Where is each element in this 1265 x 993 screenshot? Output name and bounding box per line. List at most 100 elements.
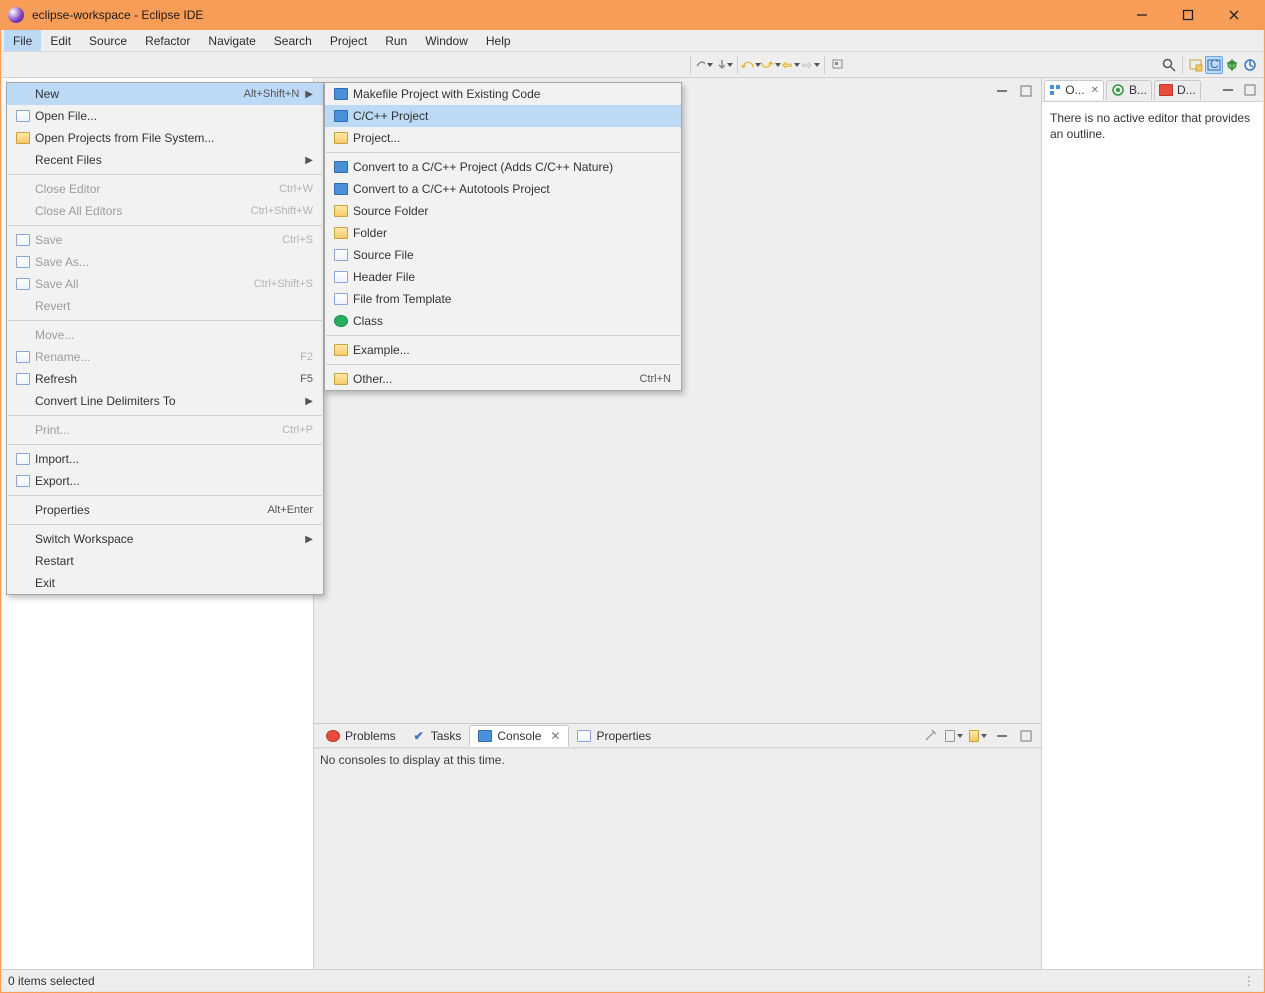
menu-navigate[interactable]: Navigate (199, 30, 264, 51)
fileMenu-item: Save AllCtrl+Shift+S (7, 273, 323, 295)
menu-item-icon (11, 475, 35, 487)
window-title: eclipse-workspace - Eclipse IDE (32, 8, 1119, 22)
fileMenu-item[interactable]: Open Projects from File System... (7, 127, 323, 149)
view-minimize-icon[interactable] (1219, 81, 1237, 99)
menu-item-label: Save As... (35, 255, 313, 269)
nav-next-icon[interactable]: ⤻ (762, 56, 780, 74)
toolbar: ⤺ ⤻ ⇦ ⇨ C (2, 52, 1263, 78)
display-selected-console-icon[interactable] (945, 727, 963, 745)
menu-item-label: Open Projects from File System... (35, 131, 313, 145)
debug-perspective-icon[interactable] (1223, 56, 1241, 74)
menu-help[interactable]: Help (477, 30, 520, 51)
fileMenu-item: Print...Ctrl+P (7, 419, 323, 441)
fileMenu-item[interactable]: Exit (7, 572, 323, 594)
fileMenu-item[interactable]: Export... (7, 470, 323, 492)
newMenu-item[interactable]: Example... (325, 339, 681, 361)
right-pane: O...✕ B... D... There is no active edito… (1041, 78, 1263, 969)
fileMenu-item[interactable]: Open File... (7, 105, 323, 127)
fileMenu-item[interactable]: Convert Line Delimiters To▶ (7, 390, 323, 412)
other-perspective-icon[interactable] (1241, 56, 1259, 74)
panel-maximize-icon[interactable] (1017, 727, 1035, 745)
menu-refactor[interactable]: Refactor (136, 30, 199, 51)
statusbar: 0 items selected ⋮ (2, 969, 1263, 991)
pin-editor-icon[interactable] (829, 56, 847, 74)
perspective-cpp-icon[interactable]: C (1205, 56, 1223, 74)
fileMenu-item: Revert (7, 295, 323, 317)
file-menu-dropdown: NewAlt+Shift+N▶Open File... Open Projects… (6, 82, 324, 595)
minimize-button[interactable] (1119, 0, 1165, 30)
menu-project[interactable]: Project (321, 30, 376, 51)
newMenu-item[interactable]: Folder (325, 222, 681, 244)
step-into-icon[interactable] (715, 56, 733, 74)
newMenu-item[interactable]: File from Template (325, 288, 681, 310)
close-icon[interactable]: ✕ (1091, 85, 1099, 96)
editor-maximize-icon[interactable] (1017, 82, 1035, 100)
tab-build-targets[interactable]: B... (1106, 80, 1152, 100)
menu-source[interactable]: Source (80, 30, 136, 51)
view-maximize-icon[interactable] (1241, 81, 1259, 99)
newMenu-item[interactable]: Header File (325, 266, 681, 288)
menu-item-icon (329, 132, 353, 144)
menu-search[interactable]: Search (265, 30, 321, 51)
fileMenu-item[interactable]: PropertiesAlt+Enter (7, 499, 323, 521)
menu-item-label: Close All Editors (35, 204, 251, 218)
menu-item-accel: F5 (300, 373, 313, 385)
fileMenu-item[interactable]: NewAlt+Shift+N▶ (7, 83, 323, 105)
menu-item-icon (11, 373, 35, 385)
tab-console[interactable]: Console✕ (469, 725, 569, 747)
open-perspective-icon[interactable] (1187, 56, 1205, 74)
menu-window[interactable]: Window (416, 30, 477, 51)
menu-file[interactable]: File (4, 30, 41, 51)
forward-icon[interactable]: ⇨ (802, 56, 820, 74)
editor-minimize-icon[interactable] (993, 82, 1011, 100)
newMenu-item[interactable]: Convert to a C/C++ Project (Adds C/C++ N… (325, 156, 681, 178)
tab-documents[interactable]: D... (1154, 80, 1201, 100)
nav-prev-icon[interactable]: ⤺ (742, 56, 760, 74)
menu-edit[interactable]: Edit (41, 30, 80, 51)
panel-minimize-icon[interactable] (993, 727, 1011, 745)
newMenu-item[interactable]: C/C++ Project (325, 105, 681, 127)
close-button[interactable] (1211, 0, 1257, 30)
menu-item-icon (329, 205, 353, 217)
newMenu-item[interactable]: Project... (325, 127, 681, 149)
newMenu-item[interactable]: Other...Ctrl+N (325, 368, 681, 390)
fileMenu-item: Move... (7, 324, 323, 346)
menu-item-icon (11, 256, 35, 268)
menu-item-icon (329, 110, 353, 122)
search-icon[interactable] (1160, 56, 1178, 74)
menu-item-label: Makefile Project with Existing Code (353, 87, 671, 101)
submenu-arrow-icon: ▶ (305, 155, 313, 166)
menu-item-label: Other... (353, 372, 640, 386)
tab-problems[interactable]: Problems (318, 725, 404, 747)
back-icon[interactable]: ⇦ (782, 56, 800, 74)
fileMenu-item: Close EditorCtrl+W (7, 178, 323, 200)
maximize-button[interactable] (1165, 0, 1211, 30)
submenu-arrow-icon: ▶ (305, 396, 313, 407)
menu-item-label: Move... (35, 328, 313, 342)
newMenu-item[interactable]: Source File (325, 244, 681, 266)
close-icon[interactable]: ✕ (550, 729, 560, 743)
newMenu-item[interactable]: Makefile Project with Existing Code (325, 83, 681, 105)
step-over-icon[interactable] (695, 56, 713, 74)
fileMenu-item[interactable]: Restart (7, 550, 323, 572)
fileMenu-item[interactable]: Recent Files ▶ (7, 149, 323, 171)
menu-item-label: Close Editor (35, 182, 279, 196)
menu-item-accel: Alt+Enter (267, 504, 313, 516)
menu-run[interactable]: Run (376, 30, 416, 51)
tab-tasks[interactable]: ✔Tasks (404, 725, 470, 747)
fileMenu-item[interactable]: Import... (7, 448, 323, 470)
tab-properties[interactable]: Properties (569, 725, 659, 747)
tab-outline[interactable]: O...✕ (1044, 80, 1104, 100)
newMenu-item[interactable]: Class (325, 310, 681, 332)
fileMenu-item[interactable]: Switch Workspace▶ (7, 528, 323, 550)
pin-console-icon[interactable] (921, 727, 939, 745)
menu-item-label: Recent Files (35, 153, 299, 167)
tasks-icon: ✔ (412, 729, 426, 743)
menu-item-label: Revert (35, 299, 313, 313)
newMenu-item[interactable]: Source Folder (325, 200, 681, 222)
menu-item-accel: Alt+Shift+N (244, 88, 300, 100)
open-console-icon[interactable] (969, 727, 987, 745)
menu-item-icon (329, 373, 353, 385)
newMenu-item[interactable]: Convert to a C/C++ Autotools Project (325, 178, 681, 200)
fileMenu-item[interactable]: RefreshF5 (7, 368, 323, 390)
